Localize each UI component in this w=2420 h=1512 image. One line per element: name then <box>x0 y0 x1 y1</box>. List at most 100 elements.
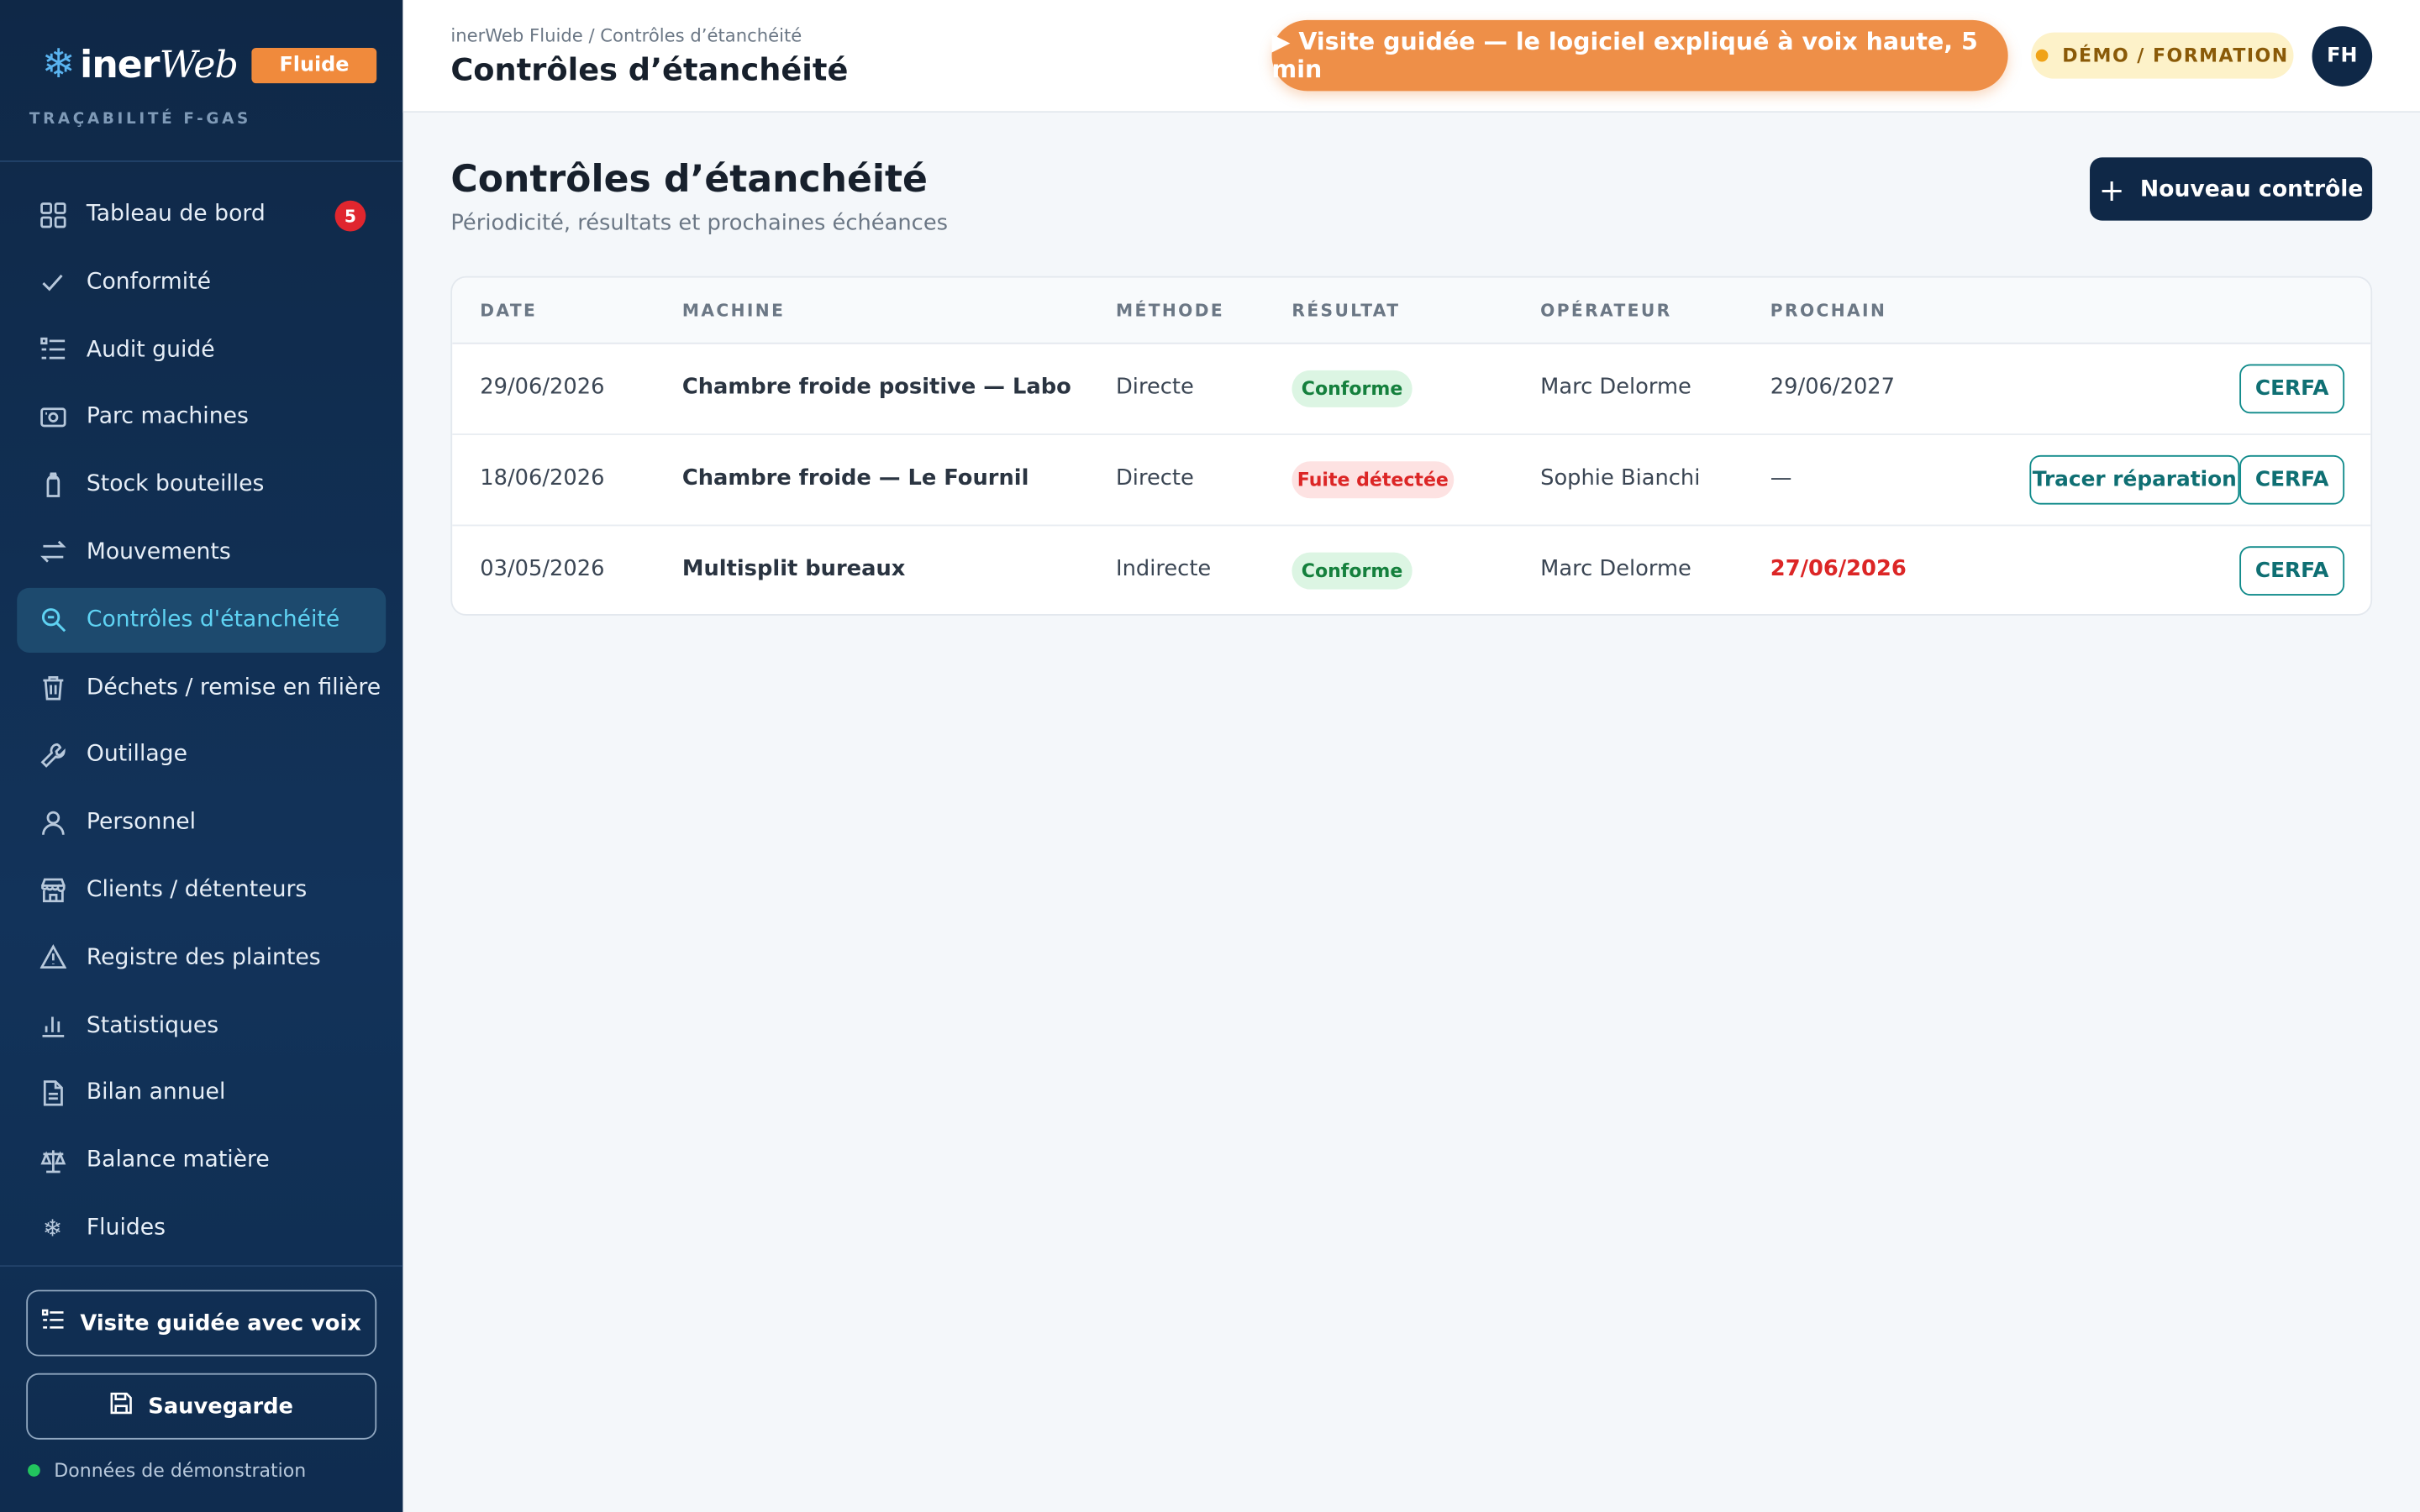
status-dot <box>28 1464 40 1477</box>
check-icon <box>39 268 66 296</box>
new-check-label: Nouveau contrôle <box>2139 176 2364 202</box>
trash-icon <box>39 674 66 701</box>
warning-icon <box>39 944 66 972</box>
cell-date: 18/06/2026 <box>480 465 605 491</box>
guided-tour-voice-button[interactable]: Visite guidée avec voix <box>26 1289 377 1357</box>
column-header-method[interactable]: MÉTHODE <box>1116 301 1224 321</box>
status-dot <box>2036 49 2049 62</box>
cell-next: — <box>1770 465 1792 491</box>
backup-button[interactable]: Sauvegarde <box>26 1373 377 1440</box>
brand-name: inerWeb <box>80 43 239 87</box>
sidebar-item-label: Audit guidé <box>86 337 215 362</box>
avatar[interactable]: FH <box>2312 26 2373 87</box>
backup-label: Sauvegarde <box>148 1394 293 1419</box>
brand-tagline: TRAÇABILITÉ F-GAS <box>29 111 251 129</box>
cell-operator: Sophie Bianchi <box>1540 465 1701 491</box>
sidebar-item-label: Statistiques <box>86 1012 219 1038</box>
sidebar-nav: Tableau de bord 5 Conformité Audit guidé… <box>17 182 387 1263</box>
sidebar-item-bottles[interactable]: Stock bouteilles <box>17 453 386 517</box>
status-badge: Conforme <box>1292 370 1413 407</box>
column-header-operator[interactable]: OPÉRATEUR <box>1540 301 1671 321</box>
list-icon <box>39 336 66 364</box>
trace-repair-button[interactable]: Tracer réparation <box>2029 454 2240 505</box>
search-icon <box>39 606 66 633</box>
sidebar-item-label: Balance matière <box>86 1147 270 1173</box>
sidebar-item-label: Stock bouteilles <box>86 472 265 497</box>
sidebar-item-leak-checks[interactable]: Contrôles d'étanchéité <box>17 587 387 653</box>
sidebar-item-staff[interactable]: Personnel <box>17 790 386 855</box>
sidebar-item-label: Parc machines <box>86 404 249 430</box>
save-icon <box>109 1392 133 1421</box>
sidebar-item-clients[interactable]: Clients / détenteurs <box>17 858 386 922</box>
sidebar-item-label: Déchets / remise en filière <box>86 675 381 701</box>
divider <box>0 1265 403 1268</box>
page-subtitle: Périodicité, résultats et prochaines éch… <box>450 211 949 237</box>
cell-operator: Marc Delorme <box>1540 557 1691 582</box>
screen-root: ❄ inerWeb Fluide TRAÇABILITÉ F-GAS Table… <box>0 0 2420 1512</box>
new-check-button[interactable]: + Nouveau contrôle <box>2090 157 2373 221</box>
column-header-result[interactable]: RÉSULTAT <box>1292 301 1400 321</box>
sidebar-item-guided-audit[interactable]: Audit guidé <box>17 318 386 382</box>
sidebar-item-annual-report[interactable]: Bilan annuel <box>17 1061 386 1126</box>
cerfa-button[interactable]: CERFA <box>2239 546 2345 596</box>
sidebar-item-label: Conformité <box>86 270 211 295</box>
cell-next: 29/06/2027 <box>1770 375 1896 400</box>
sidebar-item-label: Personnel <box>86 810 197 836</box>
sidebar-item-label: Mouvements <box>86 539 231 565</box>
demo-mode-badge: DÉMO / FORMATION <box>2031 32 2294 79</box>
guided-tour-voice-label: Visite guidée avec voix <box>80 1310 361 1336</box>
sidebar-item-movements[interactable]: Mouvements <box>17 520 386 585</box>
brand-logo[interactable]: ❄ inerWeb Fluide <box>41 41 377 88</box>
sidebar: ❄ inerWeb Fluide TRAÇABILITÉ F-GAS Table… <box>0 0 403 1512</box>
wrench-icon <box>39 741 66 769</box>
cerfa-button[interactable]: CERFA <box>2239 364 2345 414</box>
cerfa-button[interactable]: CERFA <box>2239 454 2345 505</box>
notification-badge: 5 <box>334 200 366 232</box>
leak-checks-table: DATE MACHINE MÉTHODE RÉSULTAT OPÉRATEUR … <box>450 276 2373 616</box>
cell-date: 03/05/2026 <box>480 557 605 582</box>
column-header-date[interactable]: DATE <box>480 301 537 321</box>
app: ❄ inerWeb Fluide TRAÇABILITÉ F-GAS Table… <box>0 0 2420 1512</box>
sidebar-item-compliance[interactable]: Conformité <box>17 249 386 314</box>
sidebar-item-material-balance[interactable]: Balance matière <box>17 1128 386 1193</box>
page-title: Contrôles d’étanchéité <box>450 157 928 201</box>
table-header: DATE MACHINE MÉTHODE RÉSULTAT OPÉRATEUR … <box>452 277 2371 344</box>
chart-icon <box>39 1011 66 1039</box>
column-header-machine[interactable]: MACHINE <box>682 301 785 321</box>
sidebar-item-fluids[interactable]: ❄ Fluides <box>17 1195 386 1260</box>
sidebar-item-label: Contrôles d'étanchéité <box>86 607 340 633</box>
scale-icon <box>39 1147 66 1174</box>
list-icon <box>41 1309 66 1338</box>
sidebar-item-label: Registre des plaintes <box>86 945 321 970</box>
top-header: inerWeb Fluide / Contrôles d’étanchéité … <box>402 0 2420 113</box>
arrows-icon <box>39 538 66 566</box>
header-title: Contrôles d’étanchéité <box>450 50 849 88</box>
cell-operator: Marc Delorme <box>1540 375 1691 400</box>
sidebar-item-statistics[interactable]: Statistiques <box>17 993 386 1058</box>
guided-tour-button[interactable]: ▶ Visite guidée — le logiciel expliqué à… <box>1271 19 2008 92</box>
machine-icon <box>39 403 66 431</box>
sidebar-item-complaints[interactable]: Registre des plaintes <box>17 926 386 990</box>
demo-mode-label: DÉMO / FORMATION <box>2062 45 2289 66</box>
demo-data-label: Données de démonstration <box>54 1459 307 1482</box>
plus-icon: + <box>2098 170 2125 208</box>
product-badge: Fluide <box>251 47 377 83</box>
cell-date: 29/06/2026 <box>480 375 605 400</box>
sidebar-item-dashboard[interactable]: Tableau de bord 5 <box>17 182 386 247</box>
sidebar-item-waste[interactable]: Déchets / remise en filière <box>17 655 386 720</box>
breadcrumb: inerWeb Fluide / Contrôles d’étanchéité <box>450 24 802 47</box>
document-icon <box>39 1079 66 1107</box>
bottle-icon <box>39 471 66 499</box>
snowflake-icon: ❄ <box>42 1214 62 1242</box>
table-row[interactable]: 18/06/2026 Chambre froide — Le Fournil D… <box>452 435 2371 527</box>
cell-machine: Chambre froide positive — Labo <box>681 375 1071 400</box>
table-row[interactable]: 29/06/2026 Chambre froide positive — Lab… <box>452 344 2371 435</box>
sidebar-item-machines[interactable]: Parc machines <box>17 385 386 449</box>
cell-machine: Chambre froide — Le Fournil <box>681 465 1029 491</box>
table-row[interactable]: 03/05/2026 Multisplit bureaux Indirecte … <box>452 526 2370 614</box>
sidebar-item-tools[interactable]: Outillage <box>17 722 386 787</box>
user-icon <box>39 809 66 837</box>
snowflake-icon: ❄ <box>41 41 76 88</box>
cell-method: Directe <box>1116 465 1194 491</box>
column-header-next[interactable]: PROCHAIN <box>1770 301 1886 321</box>
